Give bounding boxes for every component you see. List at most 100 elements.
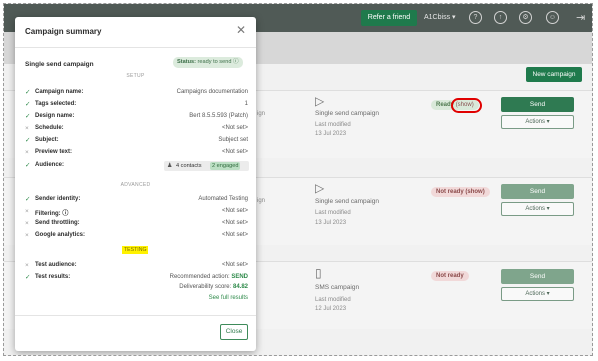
row-value: <Not set> — [221, 262, 248, 268]
campaign-type: Single send campaign — [25, 61, 94, 68]
row-value: Subject set — [218, 137, 248, 143]
status-text: Not ready — [436, 189, 464, 195]
audience-contacts: 4 contacts — [176, 163, 202, 169]
actions-button[interactable]: Actions ▾ — [501, 202, 574, 216]
row-value: Campaigns documentation — [176, 89, 248, 95]
send-button[interactable]: Send — [501, 97, 574, 112]
row-label: Design name: — [35, 113, 75, 119]
summary-row: × Schedule: <Not set> — [25, 125, 248, 135]
cross-icon: × — [25, 232, 29, 239]
close-button[interactable]: Close — [220, 324, 248, 340]
new-campaign-button[interactable]: New campaign — [526, 67, 582, 82]
summary-row: × Google analytics: <Not set> — [25, 232, 248, 242]
exit-icon[interactable]: ⇥ — [576, 11, 585, 24]
cross-icon: × — [25, 208, 29, 215]
row-value: <Not set> — [221, 208, 248, 214]
row-name-fragment: ign — [257, 198, 266, 204]
section-setup: SETUP — [126, 73, 145, 79]
info-icon[interactable]: ⓘ — [233, 59, 239, 65]
summary-row: ✓ Design name: Bert 8.5.5.593 (Patch) — [25, 113, 248, 123]
summary-row: ✓ Subject: Subject set — [25, 137, 248, 147]
section-testing: TESTING — [122, 246, 149, 254]
show-link[interactable]: (show) — [465, 189, 484, 195]
check-icon: ✓ — [25, 137, 31, 144]
row-label: Sender identity: — [35, 196, 81, 202]
modal-footer — [15, 315, 256, 316]
user-icon[interactable]: ☺ — [546, 11, 559, 24]
deliverability-score: Deliverability score: 84.82 — [163, 284, 248, 290]
send-button[interactable]: Send — [501, 269, 574, 284]
phone-icon: ▯ — [315, 266, 322, 280]
score-value: 84.82 — [232, 284, 248, 290]
row-label: Preview text: — [35, 149, 73, 155]
audience-summary[interactable]: ♟ 4 contacts 2 engaged — [164, 161, 249, 171]
modal-title: Campaign summary — [25, 27, 102, 36]
check-icon: ✓ — [25, 101, 31, 108]
cross-icon: × — [25, 125, 29, 132]
question-icon[interactable]: ? — [469, 11, 482, 24]
play-icon: ▷ — [315, 181, 325, 195]
actions-button[interactable]: Actions ▾ — [501, 115, 574, 129]
annotation-circle — [451, 98, 482, 113]
close-icon[interactable]: ✕ — [236, 23, 246, 37]
check-icon: ✓ — [25, 162, 31, 169]
actions-button[interactable]: Actions ▾ — [501, 287, 574, 301]
last-modified-date: 13 Jul 2023 — [315, 131, 347, 137]
person-icon: ♟ — [167, 163, 173, 169]
summary-row: × Test audience: <Not set> — [25, 262, 248, 272]
recommended-value: SEND — [231, 274, 248, 280]
refer-friend-button[interactable]: Refer a friend — [361, 10, 417, 26]
gear-icon[interactable]: ⚙ — [519, 11, 532, 24]
row-value: Bert 8.5.5.593 (Patch) — [189, 113, 248, 119]
modal-header: Campaign summary ✕ — [15, 17, 256, 48]
screenshot-frame: Refer a friend A1Cbiss ▾ ? ↑ ⚙ ☺ ⇥ New c… — [3, 3, 593, 356]
check-icon: ✓ — [25, 89, 31, 96]
row-value: <Not set> — [221, 149, 248, 155]
status-badge: Not ready (show) — [431, 187, 490, 197]
cross-icon: × — [25, 262, 29, 269]
cross-icon: × — [25, 220, 29, 227]
check-icon: ✓ — [25, 196, 31, 203]
last-modified-label: Last modified — [315, 297, 351, 303]
summary-row: × Filtering: ⓘ <Not set> — [25, 208, 248, 218]
last-modified-date: 12 Jul 2023 — [315, 306, 347, 312]
play-icon: ▷ — [315, 94, 325, 108]
row-label: Tags selected: — [35, 101, 77, 107]
row-label: Google analytics: — [35, 232, 86, 238]
account-menu[interactable]: A1Cbiss ▾ — [424, 13, 456, 21]
row-value: Automated Testing — [198, 196, 248, 202]
row-label: Audience: — [35, 162, 65, 168]
send-button[interactable]: Send — [501, 184, 574, 199]
cross-icon: × — [25, 149, 29, 156]
campaign-summary-modal: Campaign summary ✕ Single send campaign … — [15, 17, 256, 351]
status-value: ready to send — [197, 59, 232, 65]
status-badge: Not ready — [431, 271, 469, 281]
row-value: <Not set> — [221, 220, 248, 226]
campaign-name[interactable]: Single send campaign — [315, 198, 379, 205]
row-label: Campaign name: — [35, 89, 84, 95]
status-badge: Status: ready to send ⓘ — [173, 57, 243, 68]
campaign-name[interactable]: Single send campaign — [315, 110, 379, 117]
up-arrow-icon[interactable]: ↑ — [494, 11, 507, 24]
campaign-name[interactable]: SMS campaign — [315, 284, 359, 291]
summary-row: ✓ Campaign name: Campaigns documentation — [25, 89, 248, 99]
see-full-results-link[interactable]: See full results — [163, 295, 248, 301]
score-label: Deliverability score: — [179, 284, 232, 290]
last-modified-label: Last modified — [315, 122, 351, 128]
summary-row: × Preview text: <Not set> — [25, 149, 248, 159]
row-value: <Not set> — [221, 232, 248, 238]
audience-engaged: 2 engaged — [210, 162, 241, 170]
check-icon: ✓ — [25, 113, 31, 120]
row-label: Filtering: ⓘ — [35, 211, 69, 217]
status-prefix: Status: — [177, 59, 196, 65]
summary-row: ✓ Tags selected: 1 — [25, 101, 248, 111]
last-modified-date: 13 Jul 2023 — [315, 220, 347, 226]
row-value: <Not set> — [221, 125, 248, 131]
row-value: 1 — [244, 101, 248, 107]
recommended-action: Recommended action: SEND — [163, 274, 248, 280]
row-label: Schedule: — [35, 125, 64, 131]
row-label: Test audience: — [35, 262, 77, 268]
recommended-label: Recommended action: — [169, 274, 230, 280]
row-label: Test results: — [35, 274, 71, 280]
summary-row: ✓ Sender identity: Automated Testing — [25, 196, 248, 206]
